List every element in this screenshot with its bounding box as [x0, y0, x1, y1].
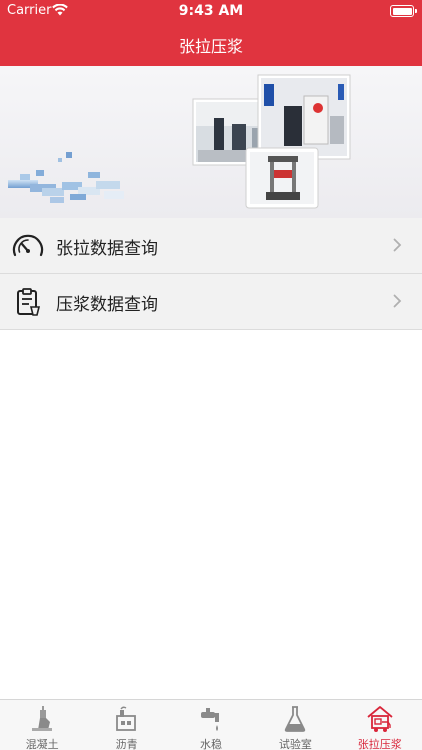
tab-concrete[interactable]: 混凝土 [0, 700, 84, 750]
clock-label: 9:43 AM [178, 3, 244, 19]
tab-bar: 混凝土 沥青 水稳 试验室 张拉压浆 [0, 699, 422, 750]
tab-label: 张拉压浆 [357, 738, 402, 750]
chevron-right-icon [393, 238, 402, 252]
grouting-query-label: 压浆数据查询 [56, 295, 158, 315]
gauge-icon [12, 234, 44, 257]
nav-bar: 张拉压浆 [0, 22, 422, 66]
tab-tension-grouting[interactable]: 张拉压浆 [338, 700, 422, 750]
tab-label: 沥青 [115, 738, 138, 750]
clipboard-icon [17, 288, 41, 316]
tension-query-label: 张拉数据查询 [56, 239, 158, 259]
tab-label: 混凝土 [25, 738, 59, 750]
tab-label: 试验室 [278, 738, 312, 750]
tab-water-stable[interactable]: 水稳 [169, 700, 253, 750]
tension-truck-icon [367, 706, 393, 732]
battery-icon [390, 5, 417, 17]
water-tap-icon [200, 708, 219, 731]
banner-image [0, 66, 422, 218]
grouting-query-row[interactable]: 压浆数据查询 [0, 274, 422, 330]
chevron-right-icon [393, 294, 402, 308]
tab-asphalt[interactable]: 沥青 [84, 700, 168, 750]
tab-laboratory[interactable]: 试验室 [253, 700, 337, 750]
lab-equipment-illustration [8, 74, 351, 209]
page-title: 张拉压浆 [178, 37, 243, 56]
flask-icon [284, 706, 306, 732]
status-bar: Carrier 9:43 AM [0, 0, 422, 22]
asphalt-factory-icon [116, 706, 137, 731]
tension-query-row[interactable]: 张拉数据查询 [0, 218, 422, 274]
tab-label: 水稳 [199, 738, 222, 750]
concrete-plant-icon [32, 706, 52, 731]
